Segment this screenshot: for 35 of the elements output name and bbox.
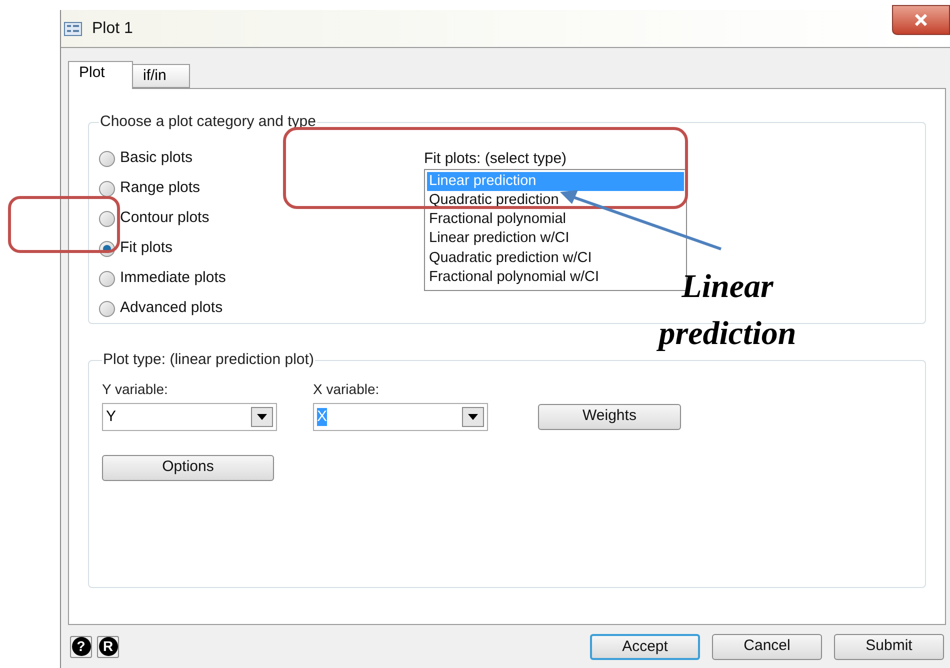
dialog-button[interactable]: Accept bbox=[590, 634, 700, 660]
help-icon-button[interactable]: ? bbox=[70, 636, 92, 658]
radio-button[interactable] bbox=[99, 150, 115, 166]
list-item[interactable]: Linear prediction w/CI bbox=[427, 229, 684, 249]
list-item[interactable]: Fractional polynomial bbox=[427, 210, 684, 230]
radio-button[interactable] bbox=[99, 180, 115, 196]
list-item[interactable]: Quadratic prediction w/CI bbox=[427, 248, 684, 268]
field-label: X variable: bbox=[313, 380, 380, 396]
options-button[interactable]: Options bbox=[102, 454, 274, 480]
radio-label: Advanced plots bbox=[120, 298, 223, 318]
radio-label: Range plots bbox=[120, 178, 200, 198]
dropdown-value: Y bbox=[106, 408, 116, 426]
help-icon-button[interactable]: R bbox=[97, 636, 119, 658]
radio-label: Immediate plots bbox=[120, 268, 226, 288]
list-item[interactable]: Quadratic prediction bbox=[427, 190, 684, 210]
group-title: Plot type: (linear prediction plot) bbox=[102, 350, 315, 370]
radio-label: Fit plots bbox=[120, 238, 173, 258]
close-button[interactable] bbox=[892, 5, 950, 35]
radio-label: Basic plots bbox=[120, 148, 193, 168]
weights-button[interactable]: Weights bbox=[538, 404, 681, 430]
close-icon bbox=[914, 14, 928, 26]
window-icon bbox=[64, 22, 82, 36]
radio-button[interactable] bbox=[99, 300, 115, 316]
dialog-button[interactable]: Submit bbox=[834, 634, 944, 660]
dialog-button[interactable]: Cancel bbox=[712, 634, 822, 660]
tab[interactable]: Plot bbox=[68, 61, 133, 89]
radio-button[interactable] bbox=[99, 210, 115, 226]
dropdown-value: X bbox=[317, 408, 328, 426]
window-title: Plot 1 bbox=[92, 18, 133, 38]
list-label: Fit plots: (select type) bbox=[424, 148, 568, 168]
radio-label: Contour plots bbox=[120, 208, 210, 228]
field-label: Y variable: bbox=[102, 380, 169, 396]
variable-dropdown[interactable]: Y bbox=[102, 402, 277, 430]
tab[interactable]: if/in bbox=[133, 64, 190, 88]
radio-button[interactable] bbox=[99, 270, 115, 286]
